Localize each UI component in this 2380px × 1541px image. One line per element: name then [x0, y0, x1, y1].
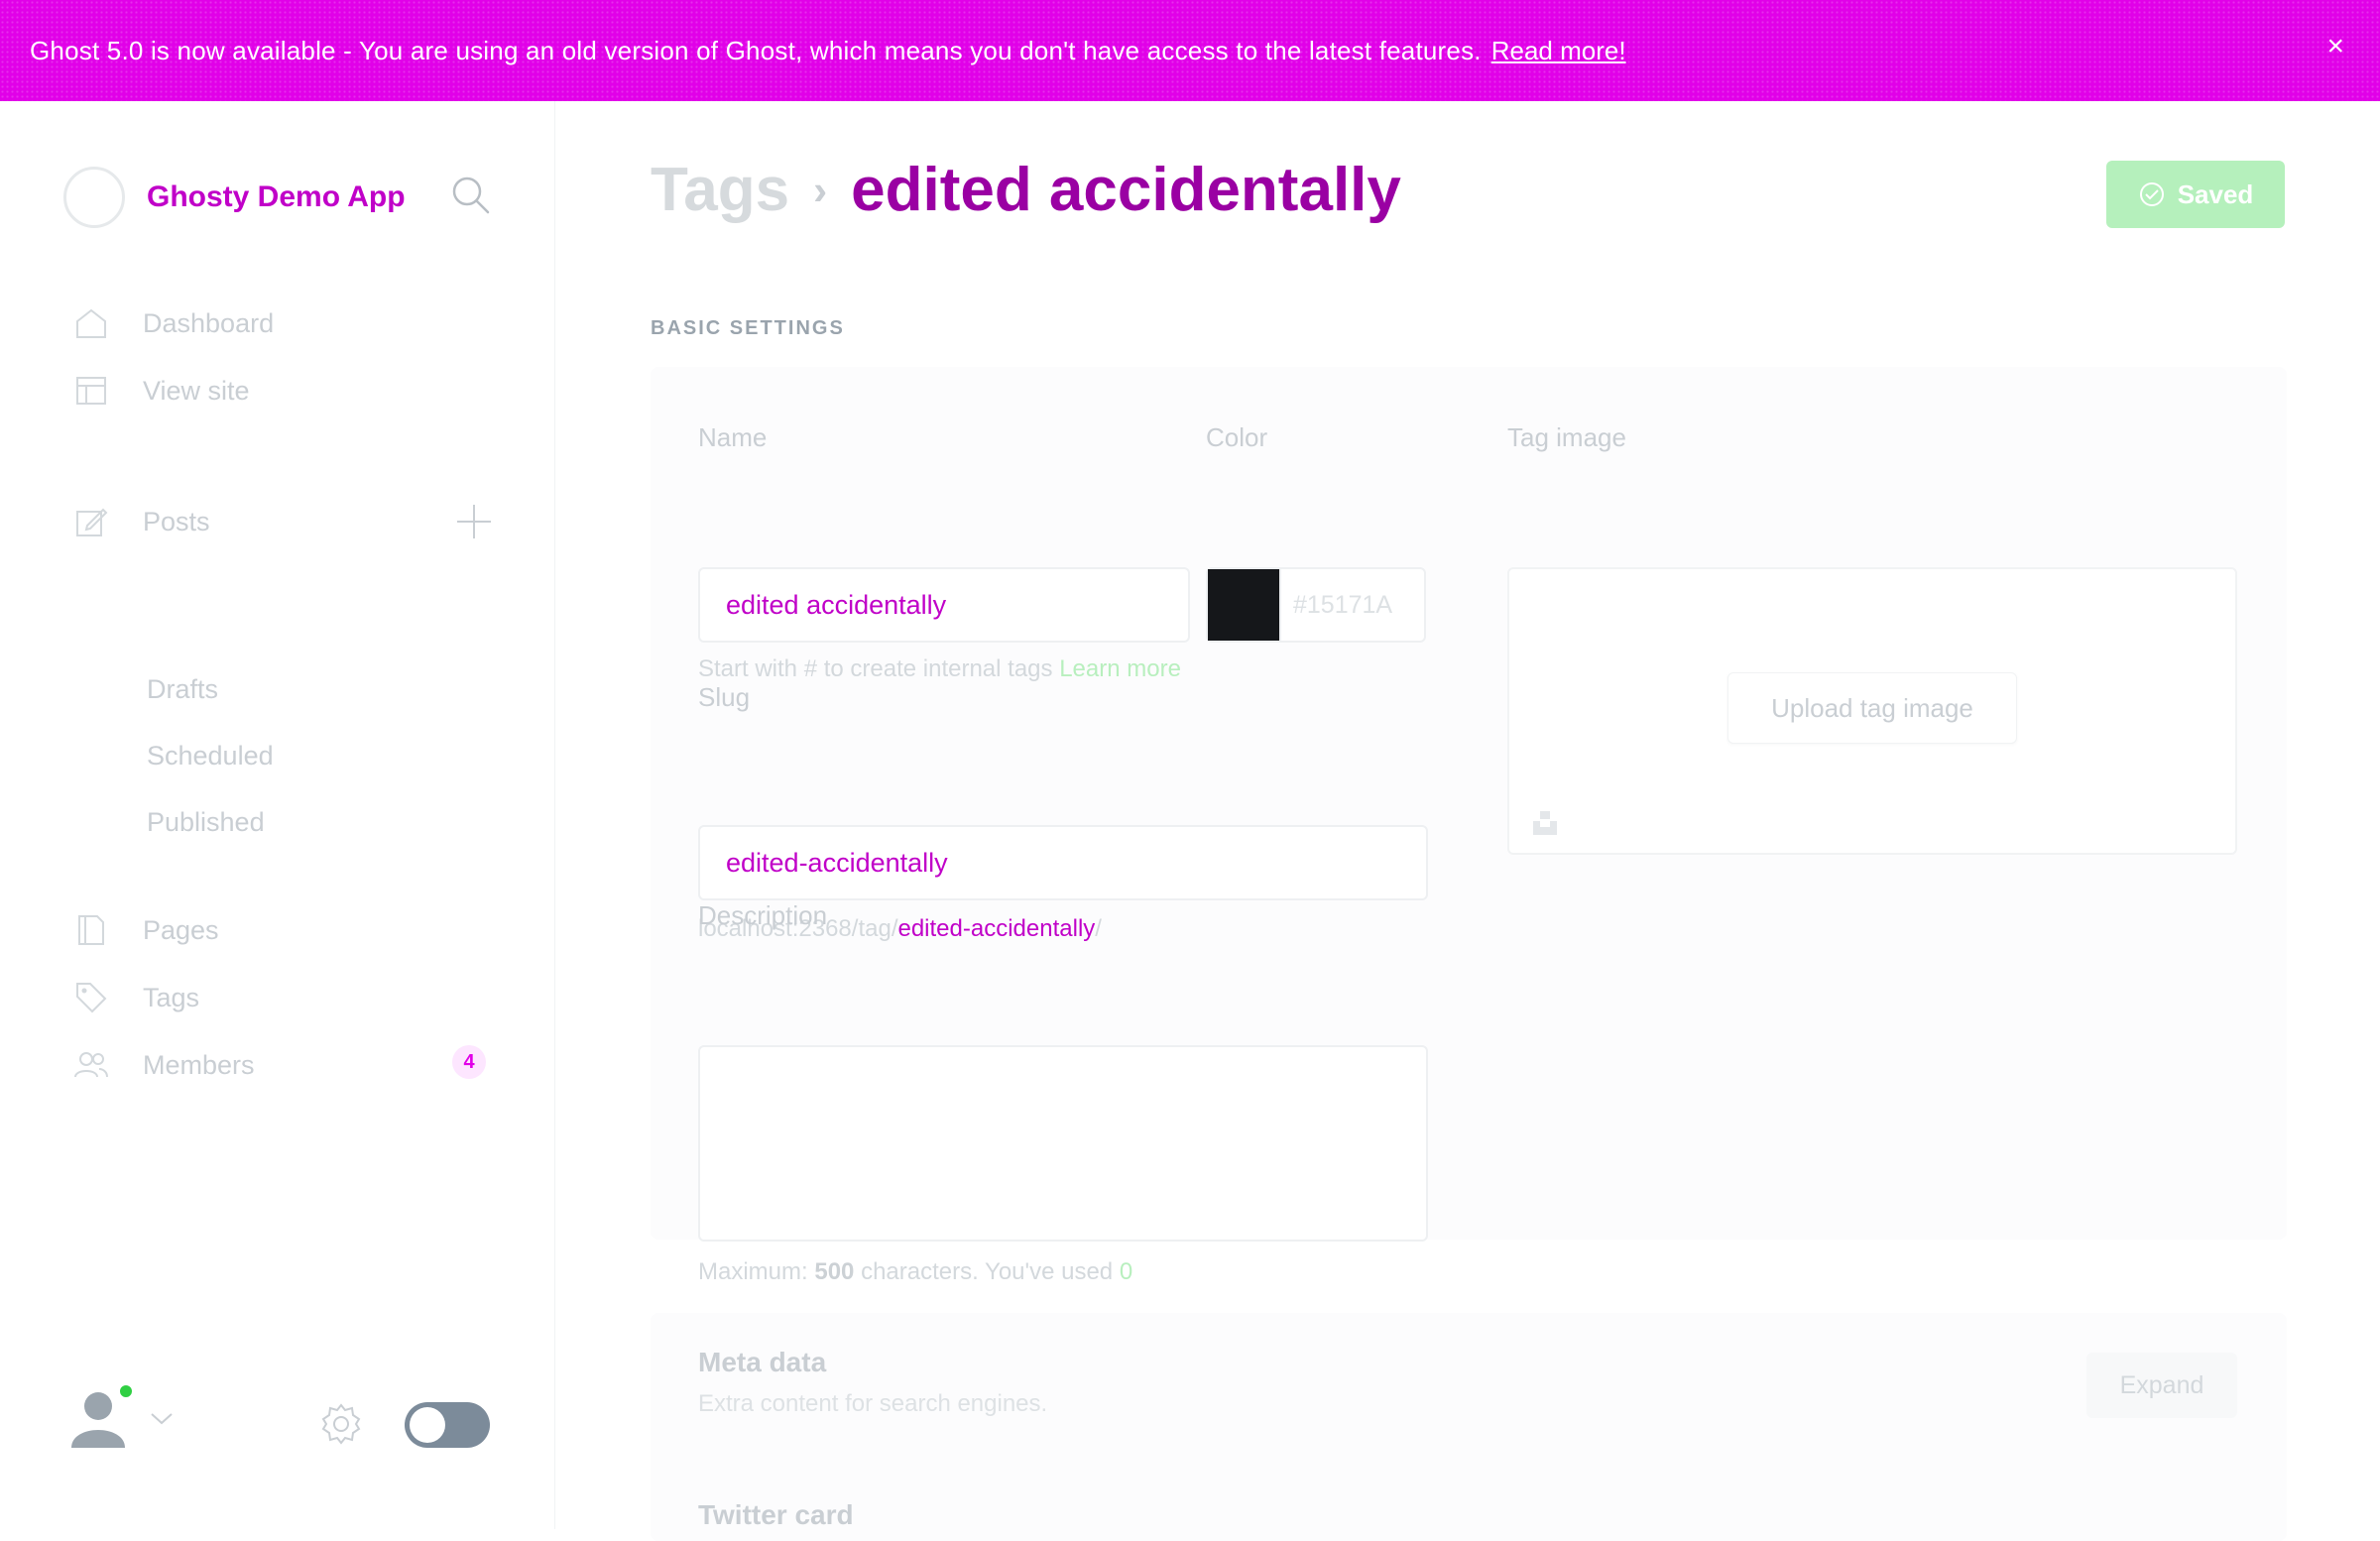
name-hint: Start with # to create internal tags Lea… — [698, 649, 1214, 690]
color-input[interactable]: #15171A — [1206, 567, 1426, 643]
sidebar-item-drafts[interactable]: Drafts — [147, 674, 218, 705]
slug-url-suffix: / — [1095, 915, 1102, 942]
sidebar-item-label: Dashboard — [143, 307, 275, 338]
name-input[interactable]: edited accidentally — [698, 567, 1190, 643]
twitter-card-title: Twitter card — [698, 1499, 854, 1530]
sidebar-item-view-site[interactable]: View site — [73, 373, 250, 409]
sidebar-item-label: Members — [143, 1049, 255, 1080]
banner-read-more-link[interactable]: Read more! — [1491, 36, 1626, 66]
basic-settings-heading: BASIC SETTINGS — [651, 317, 845, 339]
brand[interactable]: Ghosty Demo App — [63, 167, 406, 228]
sidebar-item-tags[interactable]: Tags — [73, 980, 199, 1015]
name-label: Name — [698, 422, 768, 452]
color-swatch[interactable] — [1208, 569, 1281, 641]
sidebar-item-dashboard[interactable]: Dashboard — [73, 305, 274, 341]
color-value: #15171A — [1293, 590, 1393, 619]
description-label: Description — [698, 900, 828, 930]
desc-hint-prefix: Maximum: — [698, 1258, 808, 1285]
banner-close-icon[interactable]: × — [2326, 30, 2344, 63]
tag-image-label: Tag image — [1507, 422, 1626, 452]
update-banner: Ghost 5.0 is now available - You are usi… — [0, 0, 2380, 101]
sidebar-item-label: Tags — [143, 982, 200, 1012]
avatar — [69, 1382, 135, 1450]
upload-tag-image-button[interactable]: Upload tag image — [1727, 672, 2017, 744]
desc-hint-used: 0 — [1119, 1258, 1133, 1285]
add-post-plus-icon[interactable] — [454, 502, 494, 541]
site-name: Ghosty Demo App — [147, 180, 406, 213]
posts-icon — [76, 508, 108, 536]
breadcrumb-separator: › — [813, 166, 828, 213]
sidebar-item-scheduled[interactable]: Scheduled — [147, 741, 274, 771]
sidebar-item-label: Posts — [143, 506, 210, 536]
dark-mode-toggle[interactable] — [405, 1402, 490, 1448]
slug-label: Slug — [698, 682, 751, 712]
tag-image-dropzone[interactable]: Upload tag image — [1507, 567, 2237, 855]
saved-label: Saved — [2177, 178, 2254, 209]
tag-icon — [76, 983, 107, 1013]
name-hint-text: Start with # to create internal tags — [698, 655, 1053, 682]
description-hint: Maximum: 500 characters. You've used 0 — [698, 1251, 1132, 1293]
color-label: Color — [1206, 422, 1268, 452]
online-status-dot — [117, 1382, 135, 1400]
learn-more-link[interactable]: Learn more — [1059, 655, 1181, 682]
meta-data-expand-button[interactable]: Expand — [2086, 1353, 2237, 1418]
sidebar-item-published[interactable]: Published — [147, 807, 265, 838]
meta-data-subtitle: Extra content for search engines. — [698, 1390, 1048, 1417]
page-title: Tags › edited accidentally — [651, 155, 1401, 225]
main-content: Tags › edited accidentally Saved BASIC S… — [555, 101, 2380, 1541]
saved-button[interactable]: Saved — [2106, 161, 2285, 228]
breadcrumb-tags-link[interactable]: Tags — [651, 155, 789, 225]
sidebar: Ghosty Demo App Dashboard View site Post… — [0, 101, 555, 1529]
slug-input[interactable]: edited-accidentally — [698, 825, 1428, 900]
meta-data-card — [651, 1313, 2287, 1541]
description-textarea[interactable] — [698, 1045, 1428, 1242]
sidebar-item-members[interactable]: Members — [73, 1047, 255, 1083]
meta-data-title: Meta data — [698, 1347, 827, 1377]
slug-url-slug: edited-accidentally — [897, 915, 1096, 942]
view-site-icon — [76, 377, 106, 405]
desc-hint-max: 500 — [814, 1258, 855, 1285]
user-avatar-icon — [71, 1392, 125, 1448]
pages-icon — [78, 915, 104, 945]
unsplash-icon[interactable] — [1529, 805, 1561, 837]
site-logo — [63, 167, 125, 228]
gear-icon[interactable] — [319, 1402, 363, 1446]
sidebar-item-label: View site — [143, 375, 250, 406]
sidebar-item-posts[interactable]: Posts — [73, 504, 210, 539]
check-circle-icon — [2139, 182, 2164, 206]
search-icon[interactable] — [448, 173, 492, 216]
toggle-knob — [410, 1407, 445, 1443]
sidebar-item-pages[interactable]: Pages — [73, 912, 219, 948]
banner-message: Ghost 5.0 is now available - You are usi… — [30, 35, 1482, 65]
name-value: edited accidentally — [726, 589, 947, 620]
breadcrumb-current-tag: edited accidentally — [851, 156, 1401, 224]
members-icon — [74, 1052, 108, 1078]
chevron-down-icon — [151, 1413, 173, 1425]
desc-hint-middle: characters. You've used — [861, 1258, 1114, 1285]
home-icon — [76, 308, 106, 338]
slug-value: edited-accidentally — [726, 847, 948, 878]
members-count-badge: 4 — [452, 1045, 486, 1079]
user-menu[interactable] — [69, 1382, 175, 1450]
sidebar-item-label: Pages — [143, 914, 219, 945]
